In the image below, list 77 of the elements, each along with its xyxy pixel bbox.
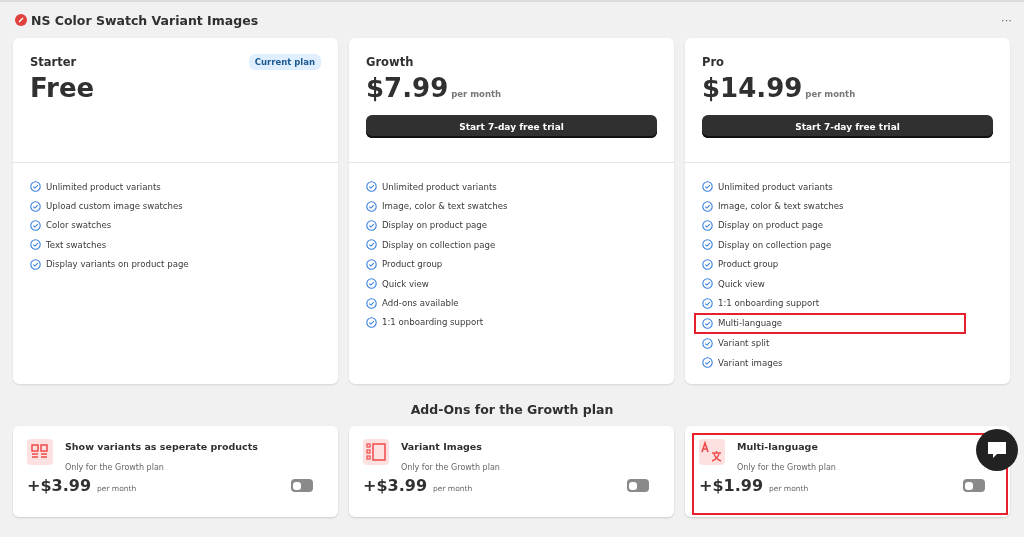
feature-text: Color swatches [46,220,112,231]
addon-price: +$3.99 [363,476,427,495]
feature-text: Multi-language [718,318,783,329]
check-circle-icon [30,181,41,193]
feature-text: Quick view [718,278,765,289]
check-circle-icon [366,219,377,231]
check-circle-icon [702,181,713,193]
check-circle-icon [366,297,377,309]
price-period: per month [805,89,856,99]
more-menu-button[interactable]: ··· [999,14,1014,26]
toggle-switch[interactable] [627,479,649,492]
feature-text: Display on collection page [382,239,496,250]
check-circle-icon [702,337,713,349]
feature-text: Product group [718,259,779,270]
feature-text: Image, color & text swatches [382,201,508,212]
check-circle-icon [366,181,377,193]
feature-text: 1:1 onboarding support [382,317,484,328]
check-circle-icon [366,278,377,290]
section-title: Add-Ons for the Growth plan [409,402,615,417]
addon-price: +$1.99 [699,476,763,495]
plan-name: Growth [366,55,414,69]
check-circle-icon [702,357,713,369]
check-circle-icon [366,200,377,212]
check-circle-icon [702,317,713,329]
feature-text: Display on collection page [718,239,832,250]
check-circle-icon [30,258,41,270]
plan-name: Pro [702,55,724,69]
feature-text: Unlimited product variants [718,181,833,192]
check-circle-icon [702,200,713,212]
free-trial-button[interactable]: Start 7-day free trial [366,115,657,138]
plan-price: $7.99 [366,73,449,103]
app-title: NS Color Swatch Variant Images [31,12,259,28]
addon-note: Only for the Growth plan [65,463,165,472]
feature-text: Text swatches [46,239,107,250]
check-circle-icon [366,258,377,270]
grid-layout-icon [27,439,53,465]
check-circle-icon [366,316,377,328]
feature-text: Display on product page [718,220,824,231]
check-circle-icon [30,200,41,212]
thumbnail-gallery-icon [363,439,389,465]
feature-text: Image, color & text swatches [718,201,844,212]
check-circle-icon [702,219,713,231]
feature-text: Add-ons available [382,298,459,309]
plan-price: $14.99 [702,73,803,103]
feature-text: Product group [382,259,443,270]
addon-price: +$3.99 [27,476,91,495]
toggle-switch[interactable] [963,479,985,492]
check-circle-icon [702,278,713,290]
check-circle-icon [30,239,41,251]
addon-note: Only for the Growth plan [401,463,500,472]
feature-text: Unlimited product variants [46,181,161,192]
addon-title: Multi-language [737,441,819,452]
check-circle-icon [702,297,713,309]
addon-title: Show variants as seperate products [65,441,258,452]
check-circle-icon [30,219,41,231]
toggle-switch[interactable] [291,479,313,492]
check-circle-icon [702,239,713,251]
feature-text: Variant images [718,357,783,368]
feature-text: Display variants on product page [46,259,189,270]
chat-bubble-icon [987,441,1007,459]
plan-price: Free [30,73,95,103]
plan-name: Starter [30,55,77,69]
feature-text: Display on product page [382,220,488,231]
free-trial-button[interactable]: Start 7-day free trial [702,115,993,138]
feature-text: 1:1 onboarding support [718,298,820,309]
addon-title: Variant Images [401,441,483,452]
check-circle-icon [366,239,377,251]
addon-note: Only for the Growth plan [737,463,836,472]
feature-text: Unlimited product variants [382,181,497,192]
check-circle-icon [702,258,713,270]
price-period: per month [451,89,502,99]
feature-text: Quick view [382,278,429,289]
translate-icon [699,439,725,465]
feature-text: Upload custom image swatches [46,201,183,212]
feature-text: Variant split [718,338,770,349]
app-logo-icon [15,14,27,26]
current-plan-badge: Current plan [248,54,321,70]
